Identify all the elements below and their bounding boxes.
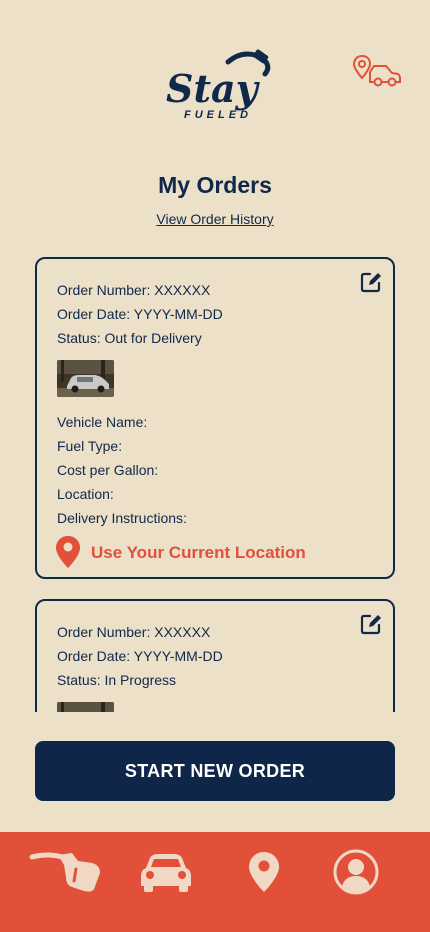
fuel-pump-icon xyxy=(29,852,100,892)
edit-icon[interactable] xyxy=(360,271,382,293)
view-order-history-link[interactable]: View Order History xyxy=(0,211,430,227)
vehicle-photo xyxy=(57,702,114,712)
order-card: Order Number: XXXXXX Order Date: YYYY-MM… xyxy=(35,257,395,579)
order-status: Status: Out for Delivery xyxy=(57,330,202,346)
orders-list[interactable]: Order Number: XXXXXX Order Date: YYYY-MM… xyxy=(0,257,430,712)
cost-per-gallon: Cost per Gallon: xyxy=(57,462,159,478)
order-number: Order Number: XXXXXX xyxy=(57,624,211,640)
logo-sub: FUELED xyxy=(184,109,252,121)
order-number: Order Number: XXXXXX xyxy=(57,282,211,298)
stay-fueled-logo: Stay FUELED xyxy=(166,49,271,121)
use-current-location-button[interactable]: Use Your Current Location xyxy=(91,543,306,563)
nav-locations[interactable] xyxy=(240,832,288,912)
delivery-truck-icon[interactable] xyxy=(352,52,402,88)
car-icon xyxy=(141,854,191,892)
profile-icon xyxy=(333,849,379,895)
bottom-nav xyxy=(0,832,430,932)
order-card: Order Number: XXXXXX Order Date: YYYY-MM… xyxy=(35,599,395,712)
start-new-order-button[interactable]: START NEW ORDER xyxy=(35,741,395,801)
order-date: Order Date: YYYY-MM-DD xyxy=(57,648,223,664)
nav-profile[interactable] xyxy=(330,832,382,912)
nav-vehicles[interactable] xyxy=(138,832,194,912)
edit-icon[interactable] xyxy=(360,613,382,635)
order-date: Order Date: YYYY-MM-DD xyxy=(57,306,223,322)
location-pin-icon xyxy=(249,852,279,892)
location: Location: xyxy=(57,486,114,502)
nav-fuel[interactable] xyxy=(26,832,104,912)
delivery-instructions: Delivery Instructions: xyxy=(57,510,187,526)
logo-word: Stay xyxy=(166,66,261,111)
fuel-type: Fuel Type: xyxy=(57,438,123,454)
vehicle-name: Vehicle Name: xyxy=(57,414,148,430)
vehicle-photo xyxy=(57,360,114,397)
location-pin-icon[interactable] xyxy=(55,535,81,569)
page-title: My Orders xyxy=(158,172,272,198)
order-status: Status: In Progress xyxy=(57,672,177,688)
